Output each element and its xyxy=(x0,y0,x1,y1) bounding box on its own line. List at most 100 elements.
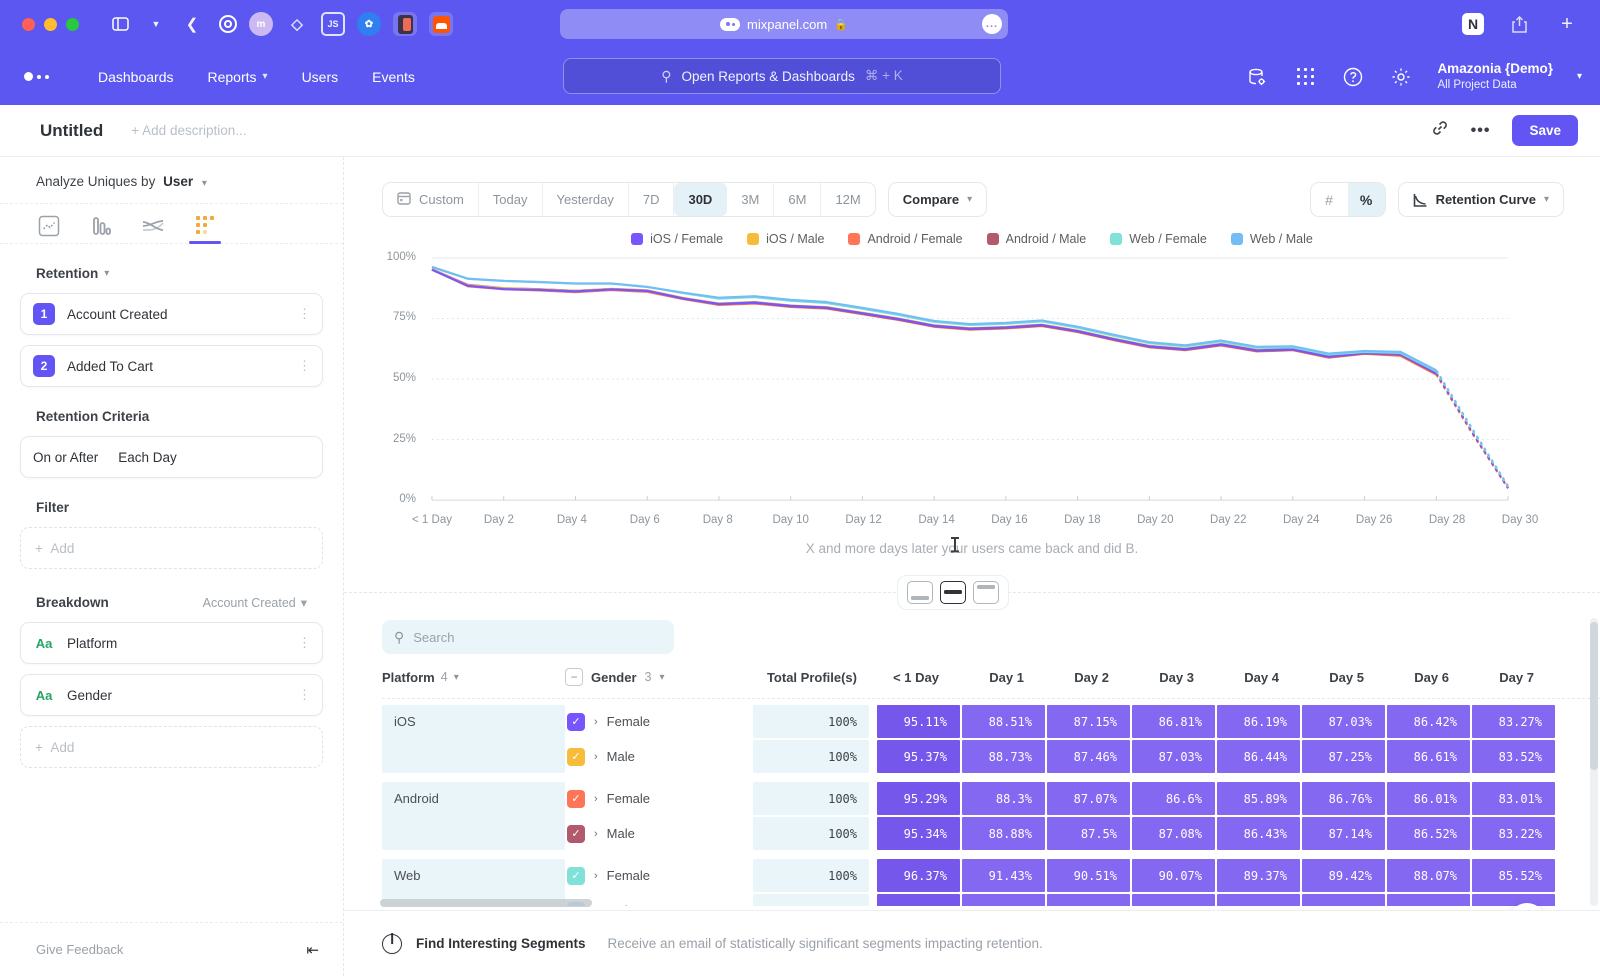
retention-value-cell[interactable]: 87.15% xyxy=(1047,705,1130,738)
range-yesterday[interactable]: Yesterday xyxy=(543,183,629,216)
extension-js-icon[interactable]: JS xyxy=(321,12,345,36)
legend-item[interactable]: Android / Female xyxy=(848,232,962,246)
retention-value-cell[interactable]: 95.11% xyxy=(877,705,960,738)
retention-value-cell[interactable]: 96.37% xyxy=(877,859,960,892)
retention-value-cell[interactable]: 86.6% xyxy=(1132,782,1215,815)
range-7d[interactable]: 7D xyxy=(629,183,675,216)
tab-flows[interactable] xyxy=(140,215,166,243)
retention-value-cell[interactable]: 86.61% xyxy=(1387,740,1470,773)
copy-link-icon[interactable] xyxy=(1431,119,1449,142)
criteria-mode[interactable]: On or After xyxy=(33,450,98,465)
tab-retention-active[interactable] xyxy=(192,215,218,243)
gender-label[interactable]: Female xyxy=(607,868,650,883)
nav-events[interactable]: Events xyxy=(355,69,432,85)
retention-value-cell[interactable]: 87.07% xyxy=(1047,782,1130,815)
retention-value-cell[interactable]: 89.37% xyxy=(1217,859,1300,892)
retention-value-cell[interactable]: 90.51% xyxy=(1047,859,1130,892)
retention-value-cell[interactable]: 87.03% xyxy=(1302,705,1385,738)
retention-value-cell[interactable]: 88.88% xyxy=(962,817,1045,850)
expand-chevron-icon[interactable]: › xyxy=(594,870,598,882)
retention-value-cell[interactable]: 86.44% xyxy=(1217,740,1300,773)
retention-step-1[interactable]: 1 Account Created ⋮ xyxy=(20,293,323,335)
tab-insights[interactable] xyxy=(36,215,62,243)
gender-label[interactable]: Male xyxy=(607,749,635,764)
retention-value-cell[interactable]: 90.54% xyxy=(1047,894,1130,906)
range-custom[interactable]: Custom xyxy=(383,183,479,216)
day-column-header[interactable]: Day 2 xyxy=(1039,670,1124,685)
chevron-down-icon[interactable]: ▼ xyxy=(143,11,169,37)
retention-value-cell[interactable]: 86.19% xyxy=(1217,705,1300,738)
address-bar[interactable]: mixpanel.com 🔒 ... xyxy=(560,9,1008,39)
criteria-window[interactable]: Each Day xyxy=(118,450,177,465)
retention-value-cell[interactable]: 83.01% xyxy=(1472,782,1555,815)
more-options-icon[interactable]: ••• xyxy=(1471,122,1491,140)
horizontal-scrollbar[interactable] xyxy=(380,899,592,907)
new-tab-icon[interactable]: + xyxy=(1554,11,1580,37)
retention-value-cell[interactable]: 83.22% xyxy=(1472,817,1555,850)
legend-item[interactable]: Web / Male xyxy=(1231,232,1313,246)
global-search[interactable]: ⚲ Open Reports & Dashboards ⌘ + K xyxy=(563,58,1001,94)
apps-grid-icon[interactable] xyxy=(1293,68,1317,85)
retention-value-cell[interactable]: 87.25% xyxy=(1302,740,1385,773)
range-3m[interactable]: 3M xyxy=(727,183,774,216)
retention-step-2[interactable]: 2 Added To Cart ⋮ xyxy=(20,345,323,387)
nav-users[interactable]: Users xyxy=(285,69,356,85)
compare-button[interactable]: Compare▾ xyxy=(888,182,987,217)
table-search-input[interactable] xyxy=(413,630,662,645)
percent-format-button[interactable]: % xyxy=(1348,183,1385,216)
retention-value-cell[interactable]: 85.89% xyxy=(1217,782,1300,815)
retention-value-cell[interactable]: 86.81% xyxy=(1132,705,1215,738)
back-icon[interactable]: ❮ xyxy=(179,11,205,37)
expand-chevron-icon[interactable]: › xyxy=(594,793,598,805)
sidebar-toggle-icon[interactable] xyxy=(107,11,133,37)
settings-gear-icon[interactable] xyxy=(1389,67,1413,87)
analyze-entity-dropdown[interactable]: User xyxy=(163,174,193,189)
close-window-button[interactable] xyxy=(22,18,35,31)
series-checkbox[interactable]: ✓ xyxy=(567,748,585,766)
retention-value-cell[interactable]: 95.37% xyxy=(877,740,960,773)
platform-cell[interactable]: Android xyxy=(382,782,565,850)
chart-only-layout-button[interactable] xyxy=(907,581,933,604)
day-column-header[interactable]: < 1 Day xyxy=(869,670,954,685)
save-button[interactable]: Save xyxy=(1512,115,1578,146)
series-checkbox[interactable]: ✓ xyxy=(567,825,585,843)
retention-value-cell[interactable]: 88.04% xyxy=(1387,894,1470,906)
window-controls[interactable] xyxy=(22,18,79,31)
extension-circle-icon[interactable] xyxy=(219,15,237,33)
add-breakdown-button[interactable]: + Add xyxy=(20,726,323,768)
retention-value-cell[interactable]: 86.01% xyxy=(1387,782,1470,815)
day-column-header[interactable]: Day 6 xyxy=(1379,670,1464,685)
report-title[interactable]: Untitled xyxy=(40,121,103,141)
table-search[interactable]: ⚲ xyxy=(382,620,674,654)
extension-soundcloud-icon[interactable] xyxy=(429,12,453,36)
legend-item[interactable]: iOS / Male xyxy=(747,232,824,246)
expand-chevron-icon[interactable]: › xyxy=(594,905,598,907)
project-switcher[interactable]: Amazonia {Demo} All Project Data xyxy=(1437,61,1553,92)
chart-type-dropdown[interactable]: Retention Curve▾ xyxy=(1398,182,1564,217)
range-12m[interactable]: 12M xyxy=(821,183,874,216)
step-event-name[interactable]: Added To Cart xyxy=(67,359,298,374)
extension-cube-icon[interactable]: ◇ xyxy=(285,12,309,36)
help-icon[interactable] xyxy=(1341,67,1365,87)
table-only-layout-button[interactable] xyxy=(973,581,999,604)
gender-label[interactable]: Male xyxy=(607,826,635,841)
zoom-window-button[interactable] xyxy=(66,18,79,31)
range-6m[interactable]: 6M xyxy=(774,183,821,216)
retention-value-cell[interactable]: 86.43% xyxy=(1217,817,1300,850)
collapse-sidebar-icon[interactable]: ⇤ xyxy=(306,941,319,959)
retention-value-cell[interactable]: 88.07% xyxy=(1387,859,1470,892)
retention-value-cell[interactable]: 86.52% xyxy=(1387,817,1470,850)
retention-value-cell[interactable]: 83.52% xyxy=(1472,740,1555,773)
legend-item[interactable]: Web / Female xyxy=(1110,232,1207,246)
retention-value-cell[interactable]: 87.14% xyxy=(1302,817,1385,850)
breakdown-platform[interactable]: Aa Platform ⋮ xyxy=(20,622,323,664)
gender-label[interactable]: Female xyxy=(607,791,650,806)
retention-value-cell[interactable]: 87.46% xyxy=(1047,740,1130,773)
breakdown-scope-dropdown[interactable]: Account Created▾ xyxy=(203,595,307,610)
legend-item[interactable]: iOS / Female xyxy=(631,232,723,246)
range-today[interactable]: Today xyxy=(479,183,543,216)
add-filter-button[interactable]: + Add xyxy=(20,527,323,569)
retention-value-cell[interactable]: 96.24% xyxy=(877,894,960,906)
retention-value-cell[interactable]: 85.52% xyxy=(1472,859,1555,892)
retention-value-cell[interactable]: 90.07% xyxy=(1132,859,1215,892)
